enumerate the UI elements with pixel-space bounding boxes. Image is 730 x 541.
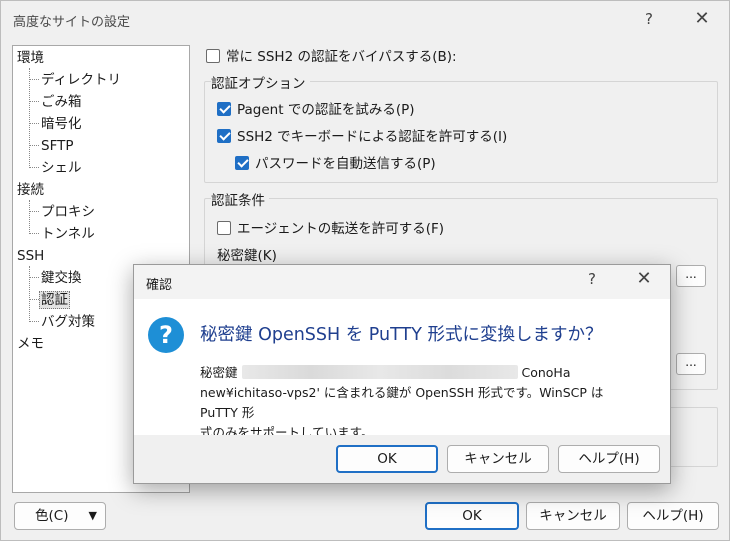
bypass-auth-checkbox[interactable]: 常に SSH2 の認証をバイパスする(B): [206,45,457,65]
checkbox-checked-icon[interactable] [217,102,231,116]
close-icon[interactable]: ✕ [632,268,656,289]
dialog-heading: 秘密鍵 OpenSSH を PuTTY 形式に変換しますか？ [200,325,603,345]
pageant-checkbox[interactable]: Pagent での認証を試みる(P) [217,98,415,118]
close-icon[interactable]: ✕ [687,7,717,31]
tree-item-authentication[interactable]: 認証 [39,290,70,310]
cancel-button[interactable]: キャンセル [526,502,620,530]
tree-connector [29,299,39,300]
tree-item-proxy[interactable]: プロキシ [41,202,95,222]
tree-item-shell[interactable]: シェル [41,158,82,178]
checkbox-checked-icon[interactable] [235,156,249,170]
tree-connector [29,233,39,234]
tree-connector [29,79,39,80]
tree-item-tunnel[interactable]: トンネル [41,224,95,244]
tree-item-bug-workarounds[interactable]: バグ対策 [41,312,95,332]
confirm-dialog: 確認 ? ✕ ? 秘密鍵 OpenSSH を PuTTY 形式に変換しますか？ … [133,264,671,484]
tree-connector [29,123,39,124]
redacted-path [241,365,518,379]
dialog-ok-button[interactable]: OK [336,445,438,473]
auth-conditions-label: 認証条件 [211,189,269,209]
tree-item-directories[interactable]: ディレクトリ [41,70,121,90]
tree-item-recycle-bin[interactable]: ごみ箱 [41,92,82,112]
dialog-message: 秘密鍵 ConoHa new¥ichitaso-vps2' に含まれる鍵が Op… [200,365,604,440]
tree-item-sftp[interactable]: SFTP [41,136,73,156]
browse-button[interactable]: ... [676,353,706,375]
window-title: 高度なサイトの設定 [13,15,131,30]
tree-connector [29,145,39,146]
keyboard-interactive-checkbox[interactable]: SSH2 でキーボードによる認証を許可する(I) [217,125,507,145]
agent-forwarding-checkbox[interactable]: エージェントの転送を許可する(F) [217,217,444,237]
dialog-footer: OK キャンセル ヘルプ(H) [134,435,670,483]
color-button[interactable]: 色(C) ▼ [14,502,106,530]
browse-key-button[interactable]: ... [676,265,706,287]
question-icon: ? [148,317,184,353]
tree-item-connection[interactable]: 接続 [17,180,44,200]
tree-item-key-exchange[interactable]: 鍵交換 [41,268,82,288]
tree-connector [29,68,30,168]
tree-connector [29,211,39,212]
tree-connector [29,277,39,278]
dialog-cancel-button[interactable]: キャンセル [447,445,549,473]
tree-item-encryption[interactable]: 暗号化 [41,114,82,134]
dialog-title-bar: 確認 ? ✕ [134,265,670,299]
checkbox-box[interactable] [217,221,231,235]
help-icon[interactable]: ? [637,7,661,31]
tree-connector [29,266,30,322]
ok-button[interactable]: OK [425,502,519,530]
title-bar: 高度なサイトの設定 ? ✕ [1,1,729,37]
dropdown-arrow-icon: ▼ [88,509,97,522]
dialog-help-button[interactable]: ヘルプ(H) [558,445,660,473]
private-key-label: 秘密鍵(K) [217,248,277,264]
auth-options-label: 認証オプション [211,72,310,92]
tree-connector [29,321,39,322]
tree-item-environment[interactable]: 環境 [17,48,44,68]
checkbox-box[interactable] [206,49,220,63]
checkbox-checked-icon[interactable] [217,129,231,143]
dialog-title: 確認 [146,278,173,293]
dialog-body: ? 秘密鍵 OpenSSH を PuTTY 形式に変換しますか？ 秘密鍵 Con… [134,299,670,440]
auto-password-checkbox[interactable]: パスワードを自動送信する(P) [235,152,436,172]
tree-connector [29,167,39,168]
tree-connector [29,200,30,234]
tree-item-ssh[interactable]: SSH [17,246,44,266]
help-button[interactable]: ヘルプ(H) [627,502,719,530]
tree-item-notes[interactable]: メモ [17,334,44,354]
help-icon[interactable]: ? [580,270,604,288]
tree-connector [29,101,39,102]
